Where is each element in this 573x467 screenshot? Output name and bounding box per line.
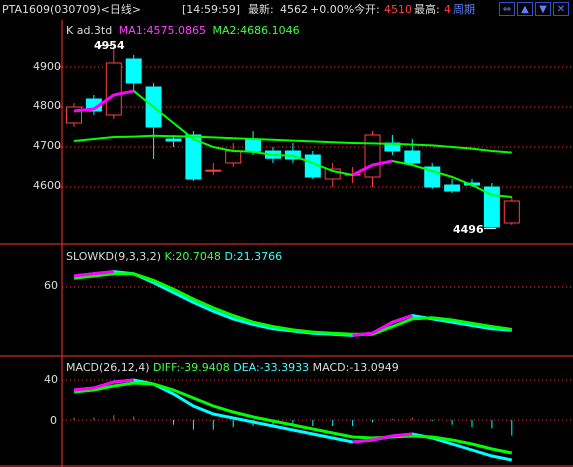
dea-label: DEA:-33.3933	[233, 361, 310, 374]
kd-y-tick-60: 60	[44, 279, 58, 292]
diff-label: DIFF:-39.9408	[153, 361, 230, 374]
d-label: D:21.3766	[224, 250, 283, 263]
candle-body	[245, 138, 262, 152]
stock-chart-window: { "header": { "symbol": "PTA1609", "code…	[0, 0, 573, 467]
k-label: K:20.7048	[164, 250, 221, 263]
y-tick-4800: 4800	[33, 99, 61, 112]
candle-body	[105, 62, 122, 116]
ma2-label: MA2:4686.1046	[212, 24, 300, 37]
diff-rising-segment	[392, 432, 413, 438]
macd-panel-title: MACD(26,12,4) DIFF:-39.9408 DEA:-33.3933…	[66, 361, 399, 375]
macd-y-tick-40: 40	[44, 373, 58, 386]
candle-body	[444, 184, 461, 192]
diff-rising-segment	[113, 378, 134, 384]
macd-y-tick-0: 0	[50, 414, 57, 427]
diff-rising-segment	[352, 438, 373, 444]
high-marker: 4954	[94, 39, 125, 52]
low-marker: 4496	[453, 223, 484, 236]
candle-body	[503, 200, 520, 224]
macd-label: MACD:-13.0949	[312, 361, 399, 374]
candle-body	[205, 169, 222, 172]
candle-body	[225, 150, 242, 164]
kd-panel-title: SLOWKD(9,3,3,2) K:20.7048 D:21.3766	[66, 250, 282, 264]
candle-body	[404, 150, 421, 164]
candle-body	[125, 58, 142, 84]
ma1-rising-segment	[73, 107, 95, 113]
main-title: K ad.3td	[66, 24, 113, 37]
ma1-label: MA1:4575.0865	[118, 24, 206, 37]
y-tick-4900: 4900	[33, 60, 61, 73]
kd-title: SLOWKD(9,3,3,2)	[66, 250, 162, 263]
macd-title: MACD(26,12,4)	[66, 361, 150, 374]
y-tick-4600: 4600	[33, 179, 61, 192]
diff-rising-segment	[73, 386, 95, 392]
d-line	[73, 272, 513, 336]
chart-area	[0, 20, 573, 467]
y-tick-4700: 4700	[33, 139, 61, 152]
k-line	[73, 270, 512, 337]
candle-body	[364, 134, 381, 178]
main-panel-title: K ad.3td MA1:4575.0865 MA2:4686.1046	[66, 24, 300, 38]
candle-body	[165, 138, 182, 142]
